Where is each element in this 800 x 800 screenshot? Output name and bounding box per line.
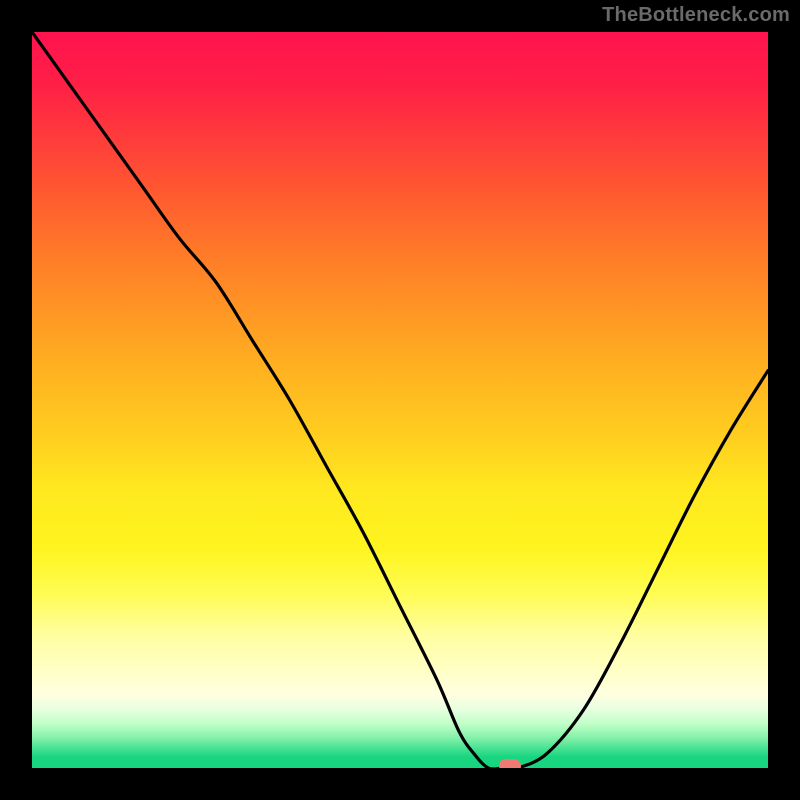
- bottleneck-curve: [32, 32, 768, 768]
- optimal-point-marker: [499, 759, 521, 768]
- chart-frame: TheBottleneck.com: [0, 0, 800, 800]
- watermark-text: TheBottleneck.com: [602, 4, 790, 27]
- plot-area: [32, 32, 768, 768]
